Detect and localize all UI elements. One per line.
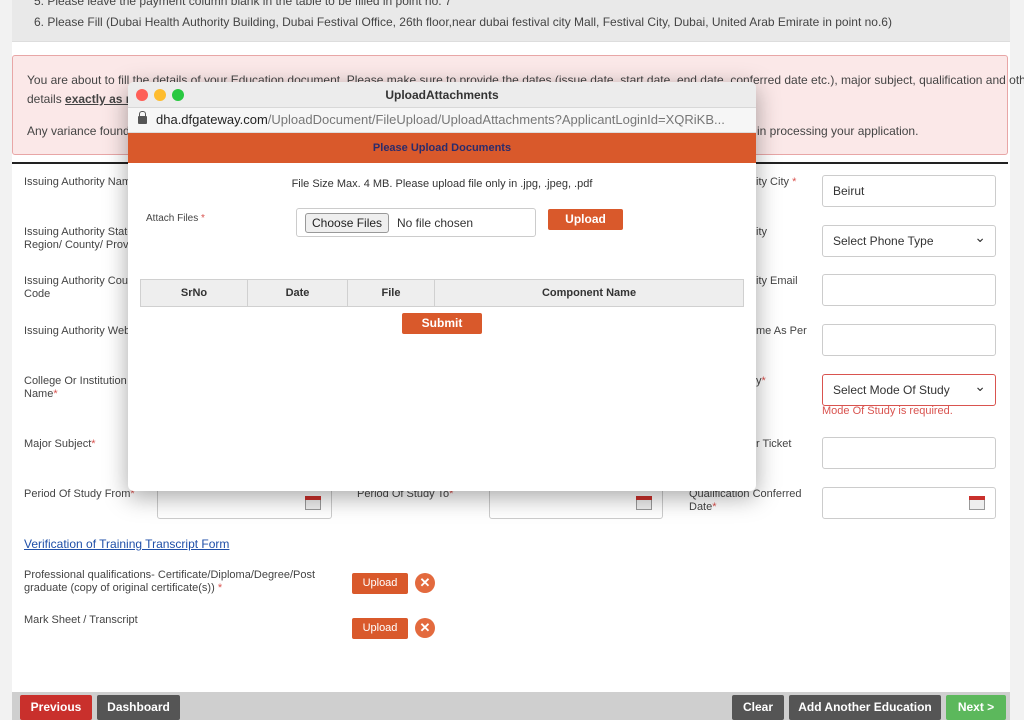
mode-of-study-label: y* — [756, 375, 766, 387]
calendar-icon[interactable] — [305, 496, 321, 510]
modal-upload-button[interactable]: Upload — [548, 209, 623, 230]
name-as-per-label: me As Per — [756, 325, 807, 337]
submit-button[interactable]: Submit — [402, 313, 482, 334]
marksheet-label: Mark Sheet / Transcript — [24, 614, 138, 626]
instruction-line-5: 5. Please leave the payment column blank… — [34, 0, 452, 8]
email-label: ity Email — [756, 275, 798, 287]
window-titlebar: UploadAttachments — [128, 82, 756, 108]
table-header-file: File — [348, 280, 435, 306]
modal-header: Please Upload Documents — [128, 133, 756, 163]
email-input[interactable] — [822, 274, 996, 306]
attach-files-label: Attach Files * — [146, 213, 205, 224]
no-file-chosen-text: No file chosen — [397, 216, 474, 230]
file-size-note: File Size Max. 4 MB. Please upload file … — [291, 178, 593, 190]
dashboard-button[interactable]: Dashboard — [97, 695, 180, 720]
period-to-input[interactable] — [489, 487, 663, 519]
alert-emphasis: exactly as m — [65, 92, 137, 106]
file-input[interactable]: Choose Files No file chosen — [296, 208, 536, 237]
period-from-label: Period Of Study From* — [24, 488, 135, 500]
issuing-authority-state-label: Issuing Authority State Region/ County/ … — [24, 226, 134, 251]
ticket-label: r Ticket — [756, 438, 792, 450]
add-another-education-button[interactable]: Add Another Education — [789, 695, 941, 720]
url-bar[interactable]: dha.dfgateway.com/UploadDocument/FileUpl… — [128, 108, 756, 133]
remove-icon[interactable]: ✕ — [415, 573, 435, 593]
remove-icon[interactable]: ✕ — [415, 618, 435, 638]
attachments-table-header: SrNo Date File Component Name — [140, 279, 744, 307]
phone-type-select[interactable]: Select Phone Type — [822, 225, 996, 257]
major-subject-label: Major Subject* — [24, 438, 96, 450]
mode-of-study-error: Mode Of Study is required. — [822, 405, 953, 417]
choose-files-button[interactable]: Choose Files — [305, 213, 390, 233]
issuing-authority-website-label: Issuing Authority Webs — [24, 325, 136, 337]
next-button[interactable]: Next > — [946, 695, 1006, 720]
issuing-authority-name-label: Issuing Authority Nam — [24, 176, 131, 188]
period-from-input[interactable] — [157, 487, 332, 519]
upload-attachments-window: UploadAttachments dha.dfgateway.com/Uplo… — [128, 82, 756, 491]
mode-of-study-select[interactable]: Select Mode Of Study — [822, 374, 996, 406]
table-header-srno: SrNo — [141, 280, 248, 306]
table-header-component-name: Component Name — [541, 287, 637, 299]
alert-line-2: details exactly as m — [27, 92, 137, 106]
city-input[interactable]: Beirut — [822, 175, 996, 207]
lock-icon — [138, 111, 147, 124]
college-name-label: College Or Institution Name* — [24, 375, 127, 400]
name-as-per-input[interactable] — [822, 324, 996, 356]
url-text: dha.dfgateway.com/UploadDocument/FileUpl… — [156, 112, 725, 127]
calendar-icon[interactable] — [636, 496, 652, 510]
professional-qualifications-label: Professional qualifications- Certificate… — [24, 569, 316, 594]
ticket-input[interactable] — [822, 437, 996, 469]
table-header-date: Date — [248, 280, 348, 306]
calendar-icon[interactable] — [969, 496, 985, 510]
qualification-conferred-input[interactable] — [822, 487, 996, 519]
professional-upload-button[interactable]: Upload — [352, 573, 408, 594]
issuing-authority-country-code-label: Issuing Authority Coun Code — [24, 275, 135, 300]
clear-button[interactable]: Clear — [732, 695, 784, 720]
alert-line-3-tail: in processing your application. — [757, 124, 919, 138]
instruction-line-6: 6. Please Fill (Dubai Health Authority B… — [34, 15, 892, 29]
qualification-conferred-label: Qualification Conferred Date* — [689, 488, 802, 513]
verification-transcript-link[interactable]: Verification of Training Transcript Form — [24, 537, 229, 551]
previous-button[interactable]: Previous — [20, 695, 92, 720]
window-title: UploadAttachments — [385, 88, 499, 102]
city-label: ity City * — [756, 176, 797, 188]
marksheet-upload-button[interactable]: Upload — [352, 618, 408, 639]
alert-line-3: Any variance found — [27, 124, 130, 138]
instructions-panel: 5. Please leave the payment column blank… — [12, 0, 1010, 42]
phone-type-label: ity — [756, 226, 767, 238]
